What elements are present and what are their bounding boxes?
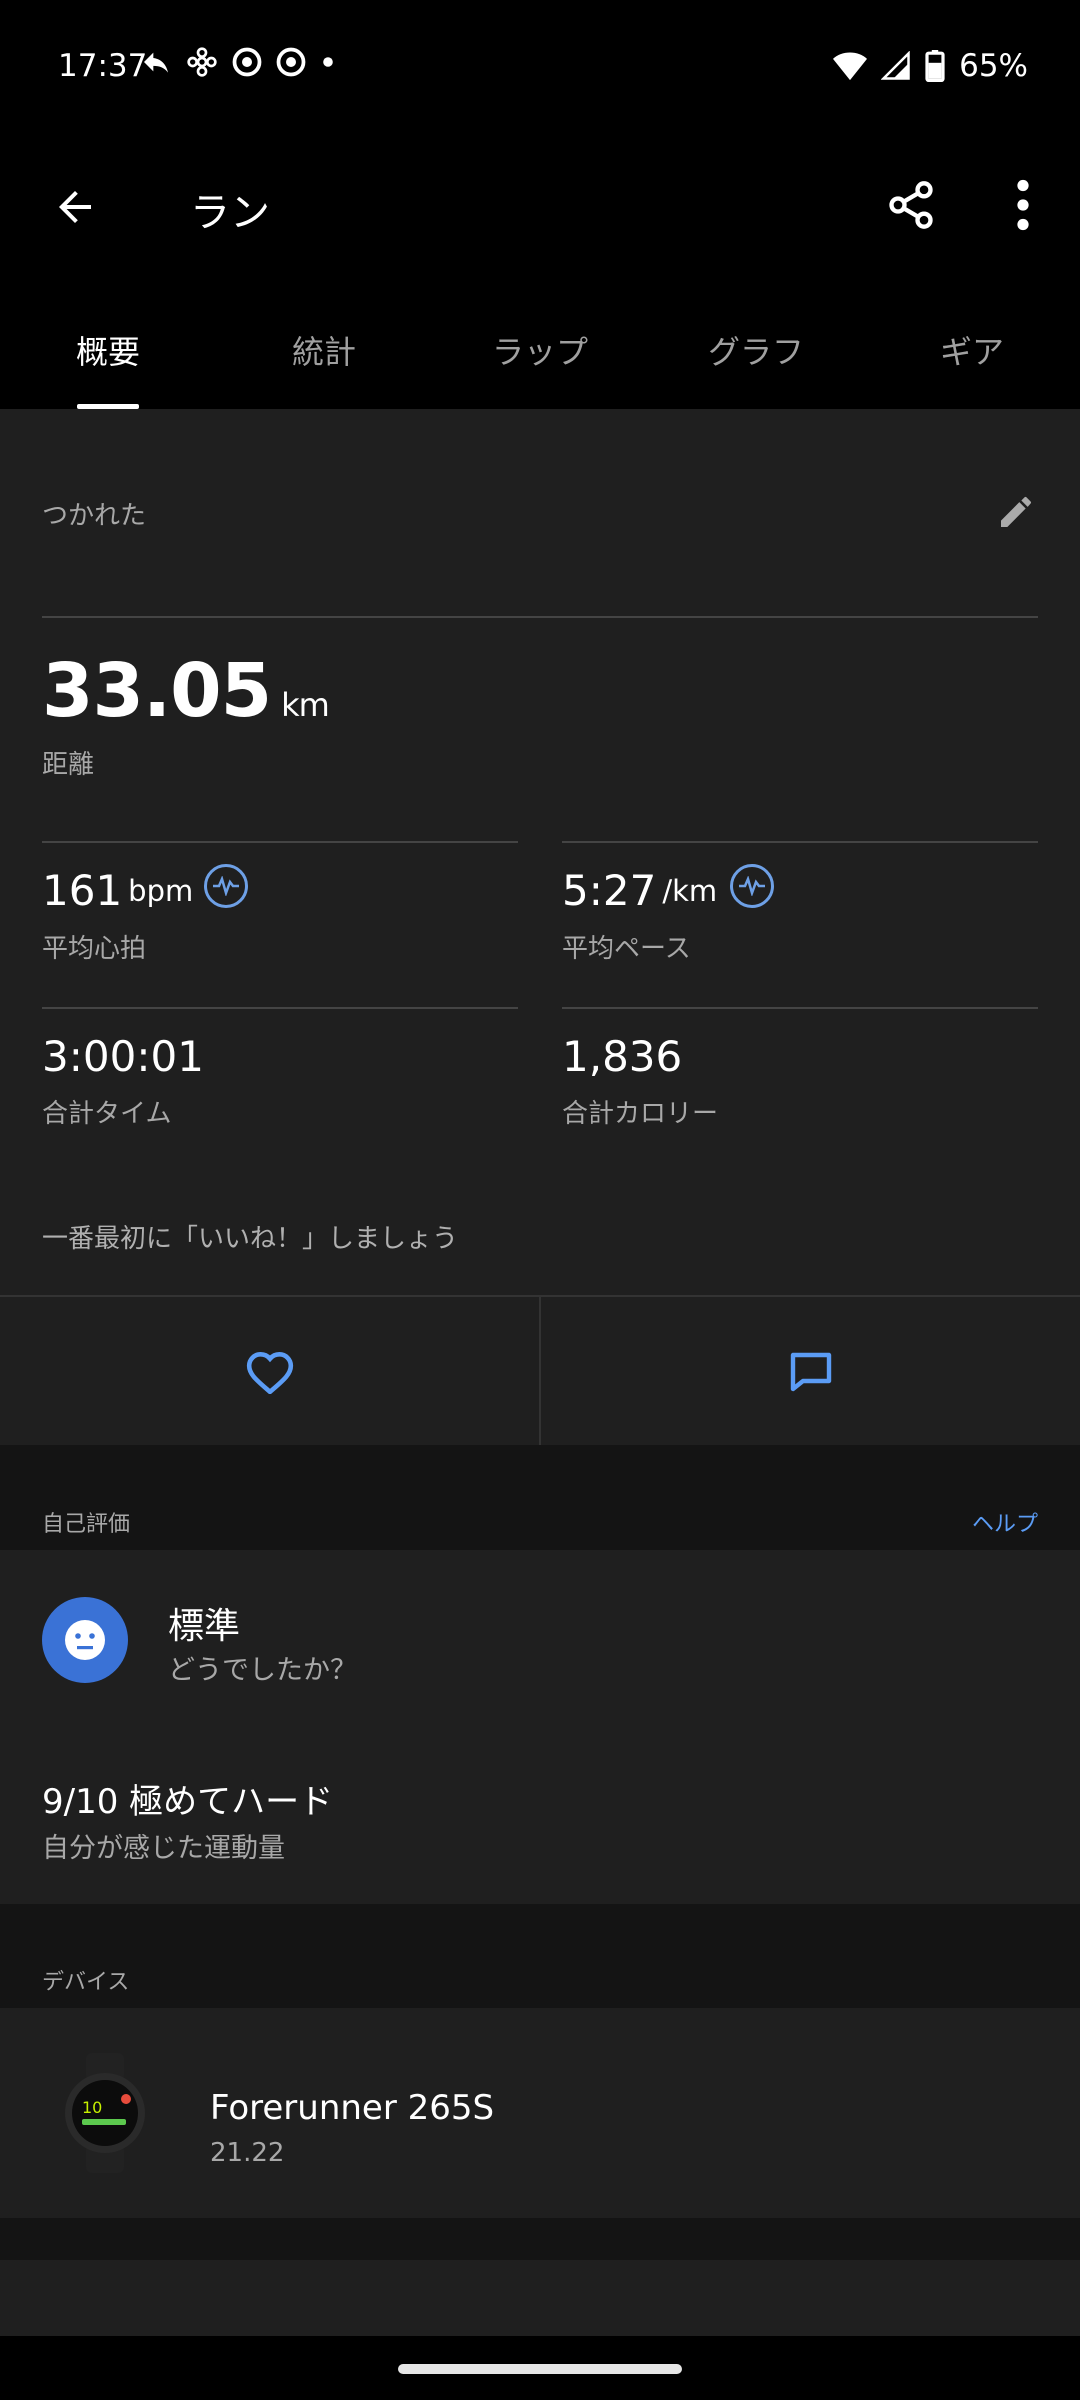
share-icon xyxy=(889,181,933,229)
home-indicator[interactable] xyxy=(398,2364,682,2374)
avg-pace-unit: /km xyxy=(662,873,718,908)
distance-label: 距離 xyxy=(42,750,95,780)
divider xyxy=(42,616,1038,618)
calories-value: 1,836 xyxy=(562,1032,683,1081)
effort-subtitle: 自分が感じた運動量 xyxy=(42,1833,285,1864)
reply-icon xyxy=(144,52,168,73)
tab-laps[interactable]: ラップ xyxy=(432,285,648,409)
pencil-icon xyxy=(1001,497,1031,527)
section-gap xyxy=(0,2218,1080,2260)
watch-icon: 10 xyxy=(65,2053,145,2173)
avg-hr-value: 161 xyxy=(42,866,123,915)
comment-button[interactable] xyxy=(541,1297,1080,1445)
device-name: Forerunner 265S xyxy=(210,2088,495,2128)
like-prompt: 一番最初に「いいね！」しましょう xyxy=(42,1224,459,1254)
like-button[interactable] xyxy=(0,1297,539,1445)
next-row[interactable] xyxy=(0,2260,1080,2336)
summary-card xyxy=(0,409,1080,1295)
tab-stats[interactable]: 統計 xyxy=(216,285,432,409)
device-version: 21.22 xyxy=(210,2138,285,2168)
avg-hr-stat: 161 bpm xyxy=(42,866,193,915)
edit-button[interactable] xyxy=(996,492,1036,532)
share-button[interactable] xyxy=(876,170,946,240)
action-row xyxy=(0,1295,1080,1447)
status-time: 17:37 xyxy=(58,48,148,84)
wifi-icon xyxy=(833,52,868,81)
neutral-face-icon xyxy=(42,1597,128,1683)
tab-bar: 概要 統計 ラップ グラフ ギア xyxy=(0,285,1080,409)
avg-pace-value: 5:27 xyxy=(562,866,657,915)
divider xyxy=(42,1007,518,1009)
avg-hr-unit: bpm xyxy=(128,873,194,908)
total-time-label: 合計タイム xyxy=(42,1099,172,1129)
divider xyxy=(562,841,1038,843)
activity-title: つかれた xyxy=(42,501,147,531)
feel-title: 標準 xyxy=(168,1606,241,1647)
pinwheel-icon xyxy=(187,47,217,77)
calories-label: 合計カロリー xyxy=(562,1099,719,1129)
total-time-value: 3:00:01 xyxy=(42,1032,204,1081)
effort-row[interactable]: 9/10 極めてハード 自分が感じた運動量 xyxy=(0,1760,1080,1870)
kebab-menu-icon xyxy=(1017,179,1029,231)
device-row[interactable]: 10 Forerunner 265S 21.22 xyxy=(0,2008,1080,2218)
divider xyxy=(42,841,518,843)
help-link[interactable]: ヘルプ xyxy=(972,1506,1038,1538)
distance-value: 33.05 km xyxy=(42,648,330,734)
section-header xyxy=(0,1445,1080,1550)
heart-rate-zone-icon[interactable] xyxy=(204,864,248,908)
svg-text:10: 10 xyxy=(82,2098,102,2117)
avg-hr-label: 平均心拍 xyxy=(42,934,147,964)
arrow-left-icon xyxy=(59,191,91,223)
tab-gear[interactable]: ギア xyxy=(864,285,1080,409)
tab-overview[interactable]: 概要 xyxy=(0,285,216,409)
comment-icon xyxy=(790,1352,831,1392)
feel-subtitle: どうでしたか？ xyxy=(168,1655,357,1686)
section-header xyxy=(0,1904,1080,2008)
pace-zone-icon[interactable] xyxy=(730,864,774,908)
dot-icon xyxy=(323,57,333,67)
feel-row[interactable]: 標準 どうでしたか？ xyxy=(0,1570,1080,1710)
notification-icons xyxy=(140,46,336,78)
tab-graph[interactable]: グラフ xyxy=(648,285,864,409)
signal-icon xyxy=(881,51,910,80)
avg-pace-stat: 5:27/km xyxy=(562,866,717,915)
heart-icon xyxy=(246,1352,293,1394)
effort-title: 9/10 極めてハード xyxy=(42,1782,334,1822)
divider xyxy=(562,1007,1038,1009)
battery-percent: 65% xyxy=(959,48,1028,84)
self-eval-label: 自己評価 xyxy=(42,1512,131,1537)
distance-number: 33.05 xyxy=(42,648,272,734)
more-options-button[interactable] xyxy=(1000,170,1046,240)
page-title: ラン xyxy=(190,190,270,236)
device-label: デバイス xyxy=(42,1970,130,1995)
chrome-icon xyxy=(276,47,306,77)
distance-unit: km xyxy=(281,686,330,724)
battery-icon xyxy=(925,50,945,82)
back-button[interactable] xyxy=(40,172,110,242)
avg-pace-label: 平均ペース xyxy=(562,934,691,964)
status-right: 65% xyxy=(833,48,1028,84)
chrome-icon xyxy=(232,47,262,77)
